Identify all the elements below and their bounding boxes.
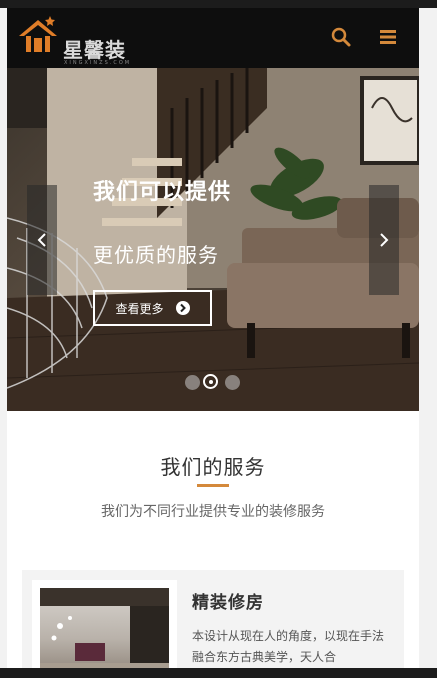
browser-frame: 星馨装潢 XINGXINZS.COM	[0, 0, 437, 678]
carousel-dots	[185, 373, 245, 393]
services-title: 我们的服务	[160, 455, 266, 479]
search-icon[interactable]	[329, 25, 353, 49]
carousel-dot-2[interactable]	[203, 374, 218, 389]
service-card-title: 精装修房	[192, 593, 264, 613]
arrow-right-circle-icon	[175, 301, 190, 315]
top-bar	[0, 0, 437, 8]
services-subtitle: 我们为不同行业提供专业的装修服务	[101, 504, 325, 520]
carousel-prev-button[interactable]	[27, 185, 57, 295]
view-more-button[interactable]: 查看更多	[93, 290, 212, 326]
carousel-next-button[interactable]	[369, 185, 399, 295]
hero-title: 我们可以提供	[93, 180, 232, 205]
carousel-dot-3[interactable]	[225, 375, 240, 390]
logo-subtext: XINGXINZS.COM	[64, 60, 132, 66]
chevron-left-icon	[37, 233, 46, 247]
service-card-description: 本设计从现在人的角度，以现在手法融合东方古典美学，天人合	[192, 629, 385, 664]
carousel-dot-1[interactable]	[185, 375, 200, 390]
services-title-underline	[197, 484, 229, 487]
hero-subtitle: 更优质的服务	[93, 243, 219, 267]
menu-icon[interactable]	[377, 25, 401, 49]
bottom-bar	[0, 668, 437, 678]
hero-carousel: 我们可以提供 更优质的服务 查看更多	[7, 68, 419, 411]
service-card[interactable]: 精装修房 本设计从现在人的角度，以现在手法融合东方古典美学，天人合	[22, 570, 404, 678]
logo[interactable]: 星馨装潢 XINGXINZS.COM	[16, 16, 146, 91]
view-more-label: 查看更多	[115, 301, 164, 316]
chevron-right-icon	[380, 233, 389, 247]
service-thumbnail[interactable]	[40, 588, 169, 678]
site-header: 星馨装潢 XINGXINZS.COM	[7, 8, 419, 91]
house-logo-icon	[19, 16, 57, 52]
page: 星馨装潢 XINGXINZS.COM	[7, 8, 419, 678]
service-thumbnail-frame	[32, 580, 177, 678]
